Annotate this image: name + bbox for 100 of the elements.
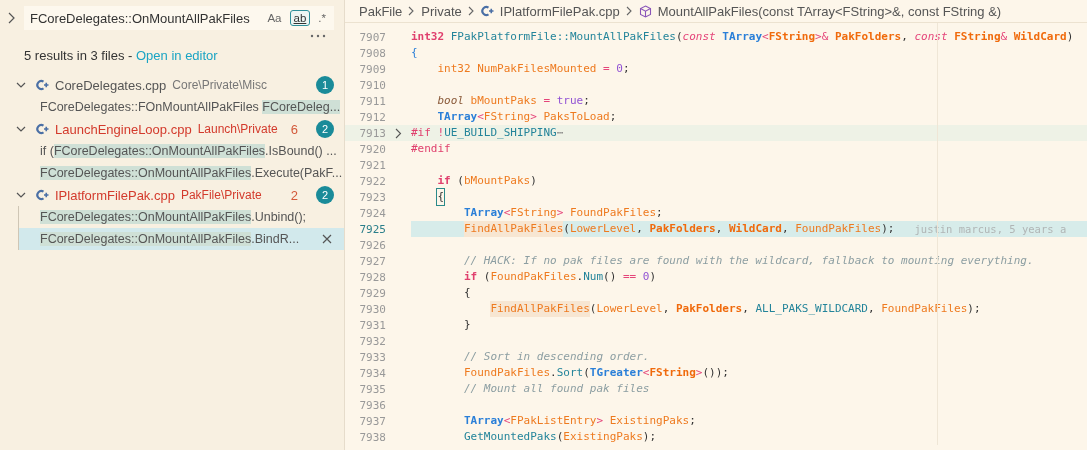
punctuation: ( — [583, 365, 590, 381]
line-number: 7929 — [358, 286, 386, 300]
file-name[interactable]: CoreDelegates.cpp — [55, 77, 167, 93]
chevron-icon[interactable] — [16, 190, 26, 200]
punctuation: ; — [656, 205, 663, 221]
breadcrumb-item[interactable]: MountAllPakFiles(const TArray<FString>&, const FString &) — [657, 3, 1002, 19]
punctuation: ; — [583, 93, 590, 109]
line-number: 7932 — [358, 334, 386, 348]
cube-icon — [638, 4, 652, 18]
operator: > — [596, 413, 604, 429]
punctuation: ; — [609, 109, 617, 125]
line-number: 7928 — [358, 270, 386, 284]
function-name: FPakPlatformFile::MountAllPakFiles — [450, 29, 676, 45]
chevron-right-icon — [467, 6, 475, 16]
function-name: ALL_PAKS_WILDCARD — [755, 301, 868, 317]
operator: = — [543, 93, 552, 109]
line-number: 7925 — [358, 222, 386, 236]
file-name[interactable]: LaunchEngineLoop.cpp — [55, 121, 192, 137]
punctuation: ); — [967, 301, 981, 317]
line-number: 7911 — [358, 94, 386, 108]
line-number: 7936 — [358, 398, 386, 412]
function-name: Sort — [556, 365, 584, 381]
search-option-toggle[interactable]: .* — [314, 10, 330, 26]
punctuation: ( — [675, 29, 683, 45]
chevron-right-icon[interactable] — [8, 12, 16, 24]
literal: true — [556, 93, 584, 109]
identifier: FoundPakFiles — [463, 365, 551, 381]
operator: < — [503, 205, 511, 221]
line-number: 7908 — [358, 46, 386, 60]
operator: < — [477, 109, 484, 125]
type-name: TArray — [463, 205, 504, 221]
identifier: FoundPakFiles — [490, 269, 577, 285]
line-number: 7910 — [358, 78, 386, 92]
chevron-icon[interactable] — [16, 124, 26, 134]
file-path: PakFile\Private — [180, 188, 262, 202]
cpp-file-icon — [36, 123, 49, 135]
search-result-item[interactable]: FCoreDelegates::OnMountAllPakFiles.BindR... — [18, 228, 344, 250]
chevron-right-icon[interactable] — [395, 127, 402, 139]
punctuation: , — [781, 221, 790, 237]
function-name: GetMountedPaks — [463, 429, 557, 445]
operator: >& — [815, 29, 829, 45]
breadcrumb-item[interactable]: PakFile — [359, 3, 403, 19]
operator: < — [642, 365, 650, 381]
file-name[interactable]: IPlatformFilePak.cpp — [55, 187, 175, 203]
fold-ellipsis: ⋯ — [556, 125, 564, 141]
type-name: TArray — [463, 413, 504, 429]
operator: < — [503, 413, 511, 429]
type-name: TArray — [437, 109, 478, 125]
punctuation: } — [463, 317, 471, 333]
line-number: 7912 — [358, 110, 386, 124]
search-result-item[interactable]: FCoreDelegates::OnMountAllPakFiles.Execute(PakF... — [0, 162, 344, 184]
punctuation: ( — [483, 269, 491, 285]
chevron-icon[interactable] — [16, 80, 26, 90]
line-number: 7933 — [358, 350, 386, 364]
chevron-right-icon — [625, 6, 633, 16]
identifier: FString — [954, 29, 1001, 45]
punctuation: { — [411, 45, 418, 61]
operator: > — [695, 365, 703, 381]
punctuation: , — [662, 301, 671, 317]
search-field[interactable]: FCoreDelegates::OnMountAllPakFiles Aa ab .* — [24, 6, 334, 30]
literal: 0 — [642, 269, 650, 285]
more-icon[interactable] — [310, 34, 326, 38]
line-number: 7909 — [358, 62, 386, 76]
line-number: 7934 — [358, 366, 386, 380]
keyword: if — [437, 173, 452, 189]
identifier: ExistingPaks — [563, 429, 643, 445]
close-icon[interactable] — [322, 234, 332, 244]
literal: 0 — [616, 61, 623, 77]
file-path: Core\Private\Misc — [172, 78, 267, 92]
search-option-toggle[interactable]: Aa — [263, 10, 286, 26]
line-number: 7930 — [358, 302, 386, 316]
identifier: FPakListEntry — [510, 413, 597, 429]
punctuation: , — [742, 301, 750, 317]
preprocessor-directive: #if — [411, 125, 432, 141]
punctuation: , — [901, 29, 909, 45]
breadcrumb-item[interactable]: IPlatformFilePak.cpp — [499, 3, 620, 19]
identifier: FString — [483, 109, 531, 125]
code-comment: // HACK: If no pak files are found with the wildcard, fallback to mounting everything. — [463, 253, 1034, 269]
search-result-item[interactable]: if (FCoreDelegates::OnMountAllPakFiles.IsBound() ... — [0, 140, 344, 162]
breadcrumb-item[interactable]: Private — [421, 3, 462, 19]
search-result-item[interactable]: FCoreDelegates::FOnMountAllPakFiles FCoreDeleg... — [0, 96, 344, 118]
cpp-file-icon — [36, 79, 49, 91]
operator: ! — [437, 125, 445, 141]
punctuation: . — [550, 365, 557, 381]
identifier: bMountPaks — [470, 93, 538, 109]
matched-bracket: { — [437, 189, 445, 205]
punctuation: { — [463, 285, 471, 301]
identifier: int32 NumPakFilesMounted — [437, 61, 598, 77]
operator: > — [556, 205, 564, 221]
match-count-badge: 2 — [316, 120, 334, 138]
punctuation: ( — [589, 301, 597, 317]
keyword: const — [682, 29, 717, 45]
punctuation: () — [603, 269, 618, 285]
search-match: FindAllPakFiles — [490, 301, 590, 317]
line-number: 7920 — [358, 142, 386, 156]
punctuation: ) — [649, 269, 657, 285]
search-option-toggle[interactable]: ab — [289, 10, 311, 26]
type-name: TGreater — [589, 365, 643, 381]
identifier: FoundPakFiles — [881, 301, 968, 317]
identifier: LowerLevel — [596, 301, 663, 317]
